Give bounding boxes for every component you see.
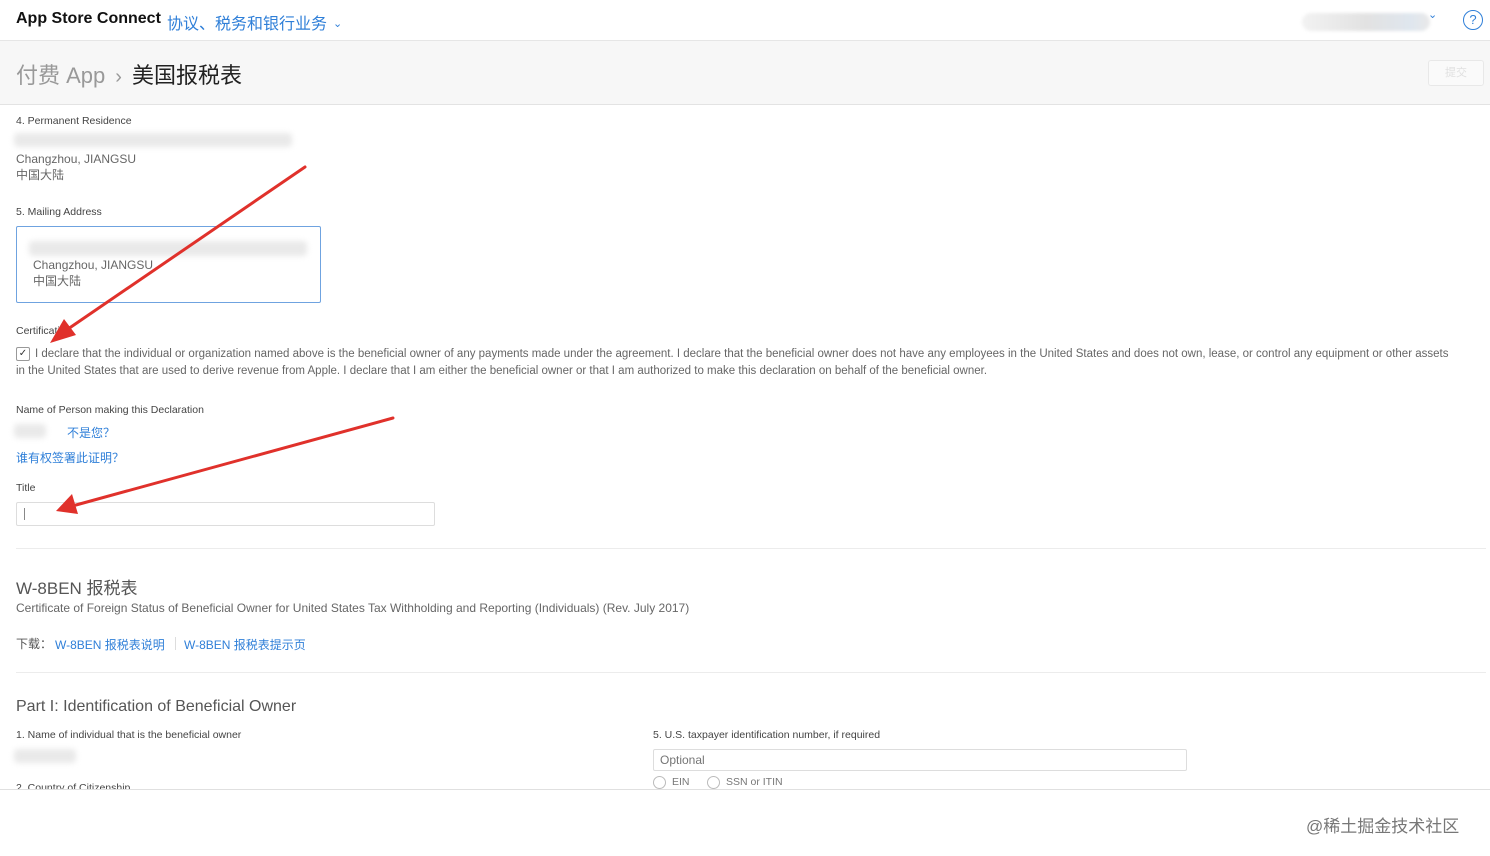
link-separator <box>175 637 176 650</box>
breadcrumb-chevron-icon: › <box>115 66 122 88</box>
mailing-street-redacted <box>29 241 307 256</box>
page-header: 付费 App › 美国报税表 提交 <box>0 41 1490 105</box>
mailing-address-label: 5. Mailing Address <box>16 206 102 218</box>
w8ben-subtitle: Certificate of Foreign Status of Benefic… <box>16 601 690 615</box>
ssn-itin-radio-label: SSN or ITIN <box>726 776 783 788</box>
nav-menu[interactable]: 协议、税务和银行业务 ⌄ <box>167 10 342 34</box>
top-bar: App Store Connect 协议、税务和银行业务 ⌄ ⌄ ? <box>0 0 1490 41</box>
annotation-arrows <box>50 165 395 514</box>
account-name-redacted[interactable] <box>1302 13 1430 31</box>
field1-label: 1. Name of individual that is the benefi… <box>16 729 242 741</box>
declarant-name-redacted <box>14 424 46 438</box>
permanent-residence-label: 4. Permanent Residence <box>16 115 132 127</box>
residence-city: Changzhou, JIANGSU <box>16 152 137 166</box>
residence-country: 中国大陆 <box>16 168 65 182</box>
page-title: 美国报税表 <box>131 63 242 88</box>
title-input[interactable] <box>16 502 435 526</box>
account-chevron-down-icon[interactable]: ⌄ <box>1428 8 1437 21</box>
nav-menu-label: 协议、税务和银行业务 <box>167 16 328 33</box>
bottom-margin <box>0 790 1490 856</box>
divider <box>16 548 1486 549</box>
divider <box>16 672 1486 673</box>
residence-street-redacted <box>14 133 292 147</box>
certification-label: Certification <box>16 325 72 337</box>
tin-input[interactable] <box>653 749 1187 771</box>
screenshot-bottom-edge <box>0 789 1490 790</box>
who-can-sign-link[interactable]: 谁有权签署此证明？ <box>16 449 124 466</box>
owner-name-redacted <box>14 749 76 763</box>
text-caret <box>24 508 25 520</box>
not-you-link[interactable]: 不是您？ <box>67 424 115 441</box>
watermark: @稀土掘金技术社区 <box>1306 817 1460 836</box>
field5-label: 5. U.S. taxpayer identification number, … <box>653 729 881 741</box>
w8ben-tips-link[interactable]: W-8BEN 报税表提示页 <box>184 636 306 653</box>
certification-text: I declare that the individual or organiz… <box>16 348 1449 377</box>
w8ben-instructions-link[interactable]: W-8BEN 报税表说明 <box>55 636 165 653</box>
ein-radio-label: EIN <box>672 776 690 788</box>
help-icon[interactable]: ? <box>1463 10 1483 30</box>
submit-button[interactable]: 提交 <box>1428 60 1484 86</box>
declarant-label: Name of Person making this Declaration <box>16 404 204 416</box>
mailing-address-box[interactable]: Changzhou, JIANGSU 中国大陆 <box>16 226 321 303</box>
breadcrumb-parent[interactable]: 付费 App <box>16 63 105 88</box>
w8ben-title: W-8BEN 报税表 <box>16 579 138 598</box>
title-label: Title <box>16 482 36 494</box>
part1-title: Part I: Identification of Beneficial Own… <box>16 698 297 715</box>
app-brand[interactable]: App Store Connect <box>16 10 161 28</box>
mailing-country: 中国大陆 <box>33 274 82 288</box>
breadcrumb: 付费 App › 美国报税表 <box>16 58 242 90</box>
chevron-down-icon: ⌄ <box>333 18 343 30</box>
mailing-city: Changzhou, JIANGSU <box>33 258 154 272</box>
ssn-itin-radio[interactable] <box>707 776 720 789</box>
download-label: 下载： <box>16 637 53 651</box>
ein-radio[interactable] <box>653 776 666 789</box>
